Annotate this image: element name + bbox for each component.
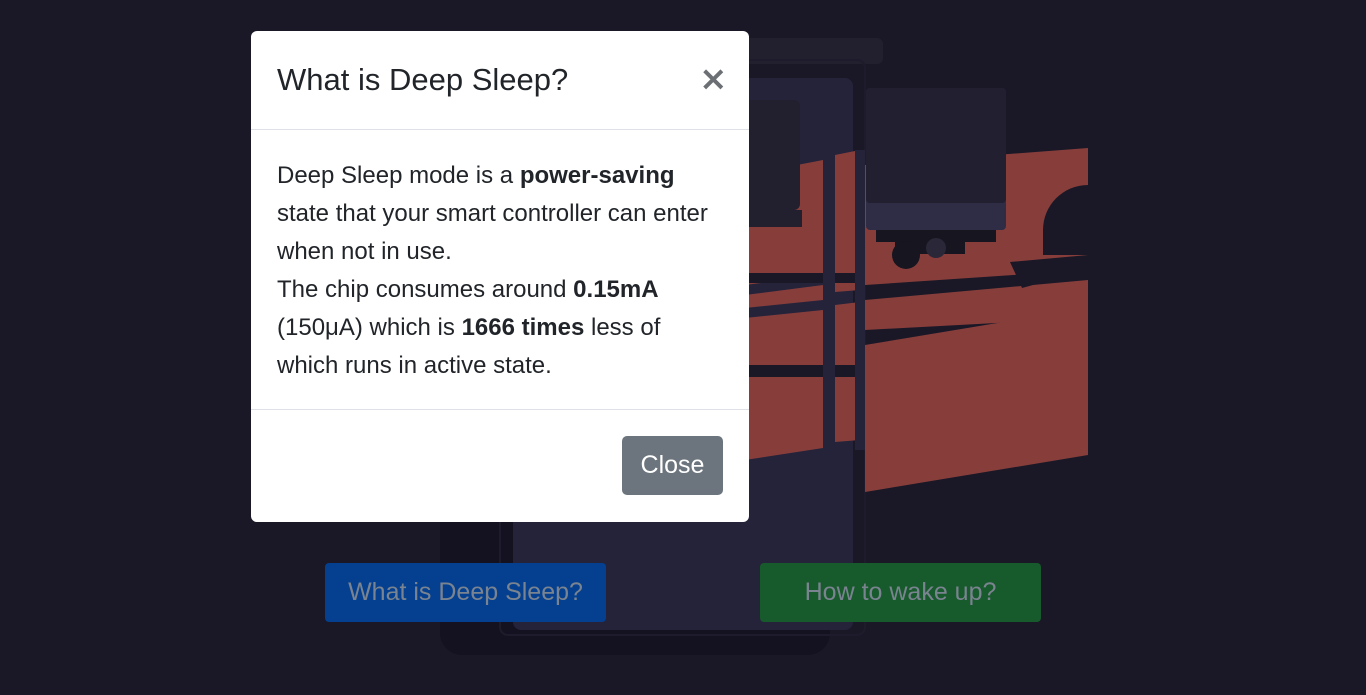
modal-paragraph-2: The chip consumes around 0.15mA (150μA) … bbox=[277, 271, 723, 385]
modal-title: What is Deep Sleep? bbox=[277, 62, 569, 97]
body-text: (150μA) which is bbox=[277, 314, 462, 341]
body-bold-text: power-saving bbox=[519, 162, 675, 189]
body-bold-text: 0.15mA bbox=[573, 276, 659, 303]
modal-footer: Close bbox=[251, 410, 749, 521]
modal-body: Deep Sleep mode is a power-saving state … bbox=[251, 130, 749, 410]
body-text: The chip consumes around bbox=[277, 276, 574, 303]
body-text: Deep Sleep mode is a bbox=[277, 162, 520, 189]
modal-paragraph-1: Deep Sleep mode is a power-saving state … bbox=[277, 157, 723, 271]
body-text: state that your smart controller can ent… bbox=[277, 200, 708, 265]
page: What is Deep Sleep? How to wake up? What… bbox=[0, 0, 1366, 695]
close-icon[interactable]: × bbox=[699, 61, 728, 97]
modal-header: What is Deep Sleep? × bbox=[251, 31, 749, 130]
close-button[interactable]: Close bbox=[622, 436, 723, 495]
deep-sleep-modal: What is Deep Sleep? × Deep Sleep mode is… bbox=[251, 31, 749, 522]
body-bold-text: 1666 times bbox=[461, 314, 585, 341]
